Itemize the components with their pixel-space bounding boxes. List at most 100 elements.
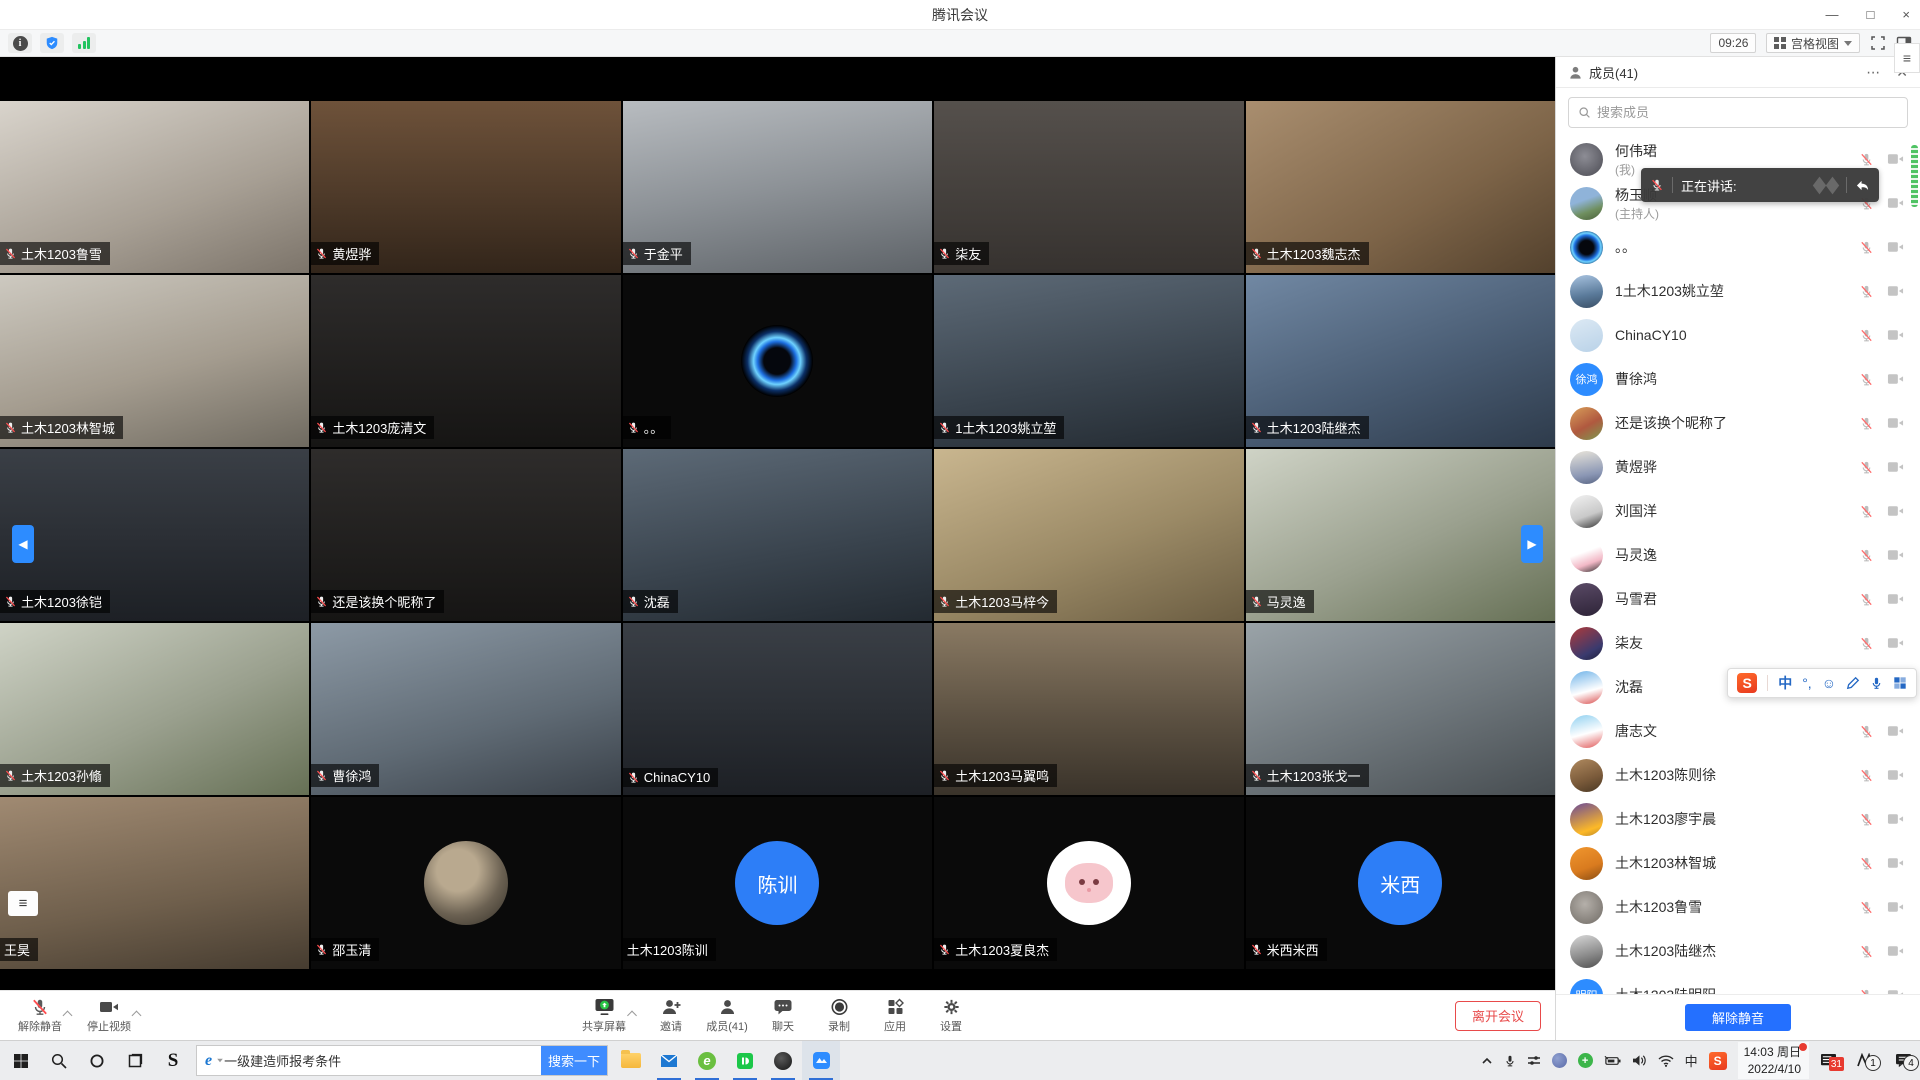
- tray-power-icon[interactable]: [1604, 1055, 1621, 1067]
- next-page-button[interactable]: ▶: [1521, 525, 1543, 563]
- start-button[interactable]: [2, 1041, 40, 1080]
- mic-muted-icon[interactable]: [1859, 504, 1874, 519]
- tray-sogou-icon[interactable]: S: [1709, 1052, 1727, 1070]
- share-screen-control[interactable]: 共享屏幕: [578, 998, 630, 1034]
- hidden-icons-chevron[interactable]: [1481, 1055, 1493, 1067]
- reply-arrow-icon[interactable]: [1855, 179, 1870, 192]
- ime-emoji-button[interactable]: ☺: [1822, 675, 1836, 691]
- security-button[interactable]: [40, 33, 64, 53]
- member-row[interactable]: 徐鸿 曹徐鸿: [1556, 357, 1920, 401]
- tray-mixer-icon[interactable]: [1527, 1054, 1541, 1067]
- camera-off-icon[interactable]: [1887, 768, 1904, 782]
- task-view-button[interactable]: [116, 1041, 154, 1080]
- member-row[interactable]: 唐志文: [1556, 709, 1920, 753]
- comment-tray-app[interactable]: 4: [1895, 1053, 1912, 1068]
- camera-off-icon[interactable]: [1887, 548, 1904, 562]
- view-mode-dropdown[interactable]: 宫格视图: [1766, 33, 1860, 53]
- camera-off-icon[interactable]: [1887, 900, 1904, 914]
- tray-ime-indicator[interactable]: 中: [1685, 1051, 1698, 1070]
- video-tile[interactable]: 土木1203陆继杰: [1246, 275, 1555, 447]
- prev-page-button[interactable]: ◀: [12, 525, 34, 563]
- tencent-meeting-taskbar-button[interactable]: [802, 1041, 840, 1080]
- taskbar-search-box[interactable]: e 一级建造师报考条件 搜索一下: [196, 1045, 608, 1076]
- unmute-control[interactable]: 解除静音: [14, 998, 66, 1034]
- video-tile[interactable]: 柒友: [934, 101, 1243, 273]
- video-tile[interactable]: 1土木1203姚立堃: [934, 275, 1243, 447]
- camera-off-icon[interactable]: [1887, 724, 1904, 738]
- video-tile[interactable]: 黄煜骅: [311, 101, 620, 273]
- member-row[interactable]: 土木1203陆继杰: [1556, 929, 1920, 973]
- mic-muted-icon[interactable]: [1859, 768, 1874, 783]
- unmute-all-button[interactable]: 解除静音: [1685, 1004, 1791, 1031]
- video-tile[interactable]: 于金平: [623, 101, 932, 273]
- cortana-button[interactable]: [78, 1041, 116, 1080]
- member-row[interactable]: 马雪君: [1556, 577, 1920, 621]
- member-row[interactable]: 还是该换个昵称了: [1556, 401, 1920, 445]
- close-button[interactable]: ×: [1902, 0, 1910, 30]
- ime-pen-icon[interactable]: [1846, 676, 1860, 690]
- member-row[interactable]: 土木1203鲁雪: [1556, 885, 1920, 929]
- member-row[interactable]: ChinaCY10: [1556, 313, 1920, 357]
- camera-off-icon[interactable]: [1887, 328, 1904, 342]
- tray-mic-icon[interactable]: [1504, 1054, 1516, 1068]
- member-row[interactable]: 明阳 土木1203陆明阳: [1556, 973, 1920, 994]
- video-tile[interactable]: 米西 米西米西: [1246, 797, 1555, 969]
- notification-center-button[interactable]: 31: [1820, 1053, 1837, 1068]
- member-search-box[interactable]: [1568, 97, 1908, 128]
- file-explorer-button[interactable]: [612, 1041, 650, 1080]
- tray-globe-icon[interactable]: [1552, 1053, 1567, 1068]
- tray-volume-icon[interactable]: [1632, 1054, 1647, 1067]
- mic-muted-icon[interactable]: [1859, 592, 1874, 607]
- video-tile[interactable]: 陈训 土木1203陈训: [623, 797, 932, 969]
- sogou-taskbar-app[interactable]: S: [154, 1041, 192, 1080]
- ime-voice-icon[interactable]: [1870, 676, 1883, 690]
- ime-language-toggle[interactable]: 中: [1778, 673, 1792, 693]
- camera-off-icon[interactable]: [1887, 416, 1904, 430]
- leave-meeting-button[interactable]: 离开会议: [1455, 1001, 1541, 1031]
- member-search-input[interactable]: [1597, 105, 1898, 120]
- member-row[interactable]: 1土木1203姚立堃: [1556, 269, 1920, 313]
- fullscreen-button[interactable]: [1870, 35, 1886, 51]
- search-query-text[interactable]: 一级建造师报考条件: [224, 1051, 541, 1070]
- panel-menu-button[interactable]: ≡: [1894, 43, 1920, 73]
- scrollbar-thumb[interactable]: [1911, 145, 1918, 207]
- mic-muted-icon[interactable]: [1859, 856, 1874, 871]
- mic-muted-icon[interactable]: [1859, 372, 1874, 387]
- video-tile[interactable]: 土木1203马梓今: [934, 449, 1243, 621]
- meeting-tray-app[interactable]: 1: [1856, 1053, 1874, 1068]
- taskbar-search-button[interactable]: [40, 1041, 78, 1080]
- video-tile[interactable]: 。。: [623, 275, 932, 447]
- media-app-button[interactable]: [764, 1041, 802, 1080]
- camera-off-icon[interactable]: [1887, 636, 1904, 650]
- members-control[interactable]: 成员(41): [701, 998, 753, 1034]
- mic-muted-icon[interactable]: [1859, 152, 1874, 167]
- video-tile[interactable]: ChinaCY10: [623, 623, 932, 795]
- member-row[interactable]: 。。: [1556, 225, 1920, 269]
- invite-control[interactable]: 邀请: [645, 998, 697, 1034]
- mic-muted-icon[interactable]: [1859, 548, 1874, 563]
- apps-control[interactable]: 应用: [869, 998, 921, 1034]
- camera-off-icon[interactable]: [1887, 856, 1904, 870]
- mic-muted-icon[interactable]: [1859, 944, 1874, 959]
- mic-muted-icon[interactable]: [1859, 328, 1874, 343]
- video-tile[interactable]: 土木1203魏志杰: [1246, 101, 1555, 273]
- record-control[interactable]: 录制: [813, 998, 865, 1034]
- member-row[interactable]: 黄煜骅: [1556, 445, 1920, 489]
- stop-video-control[interactable]: 停止视频: [83, 998, 135, 1034]
- member-row[interactable]: 马灵逸: [1556, 533, 1920, 577]
- sogou-logo-icon[interactable]: S: [1737, 673, 1757, 693]
- video-tile[interactable]: 马灵逸: [1246, 449, 1555, 621]
- mic-muted-icon[interactable]: [1859, 812, 1874, 827]
- search-submit-button[interactable]: 搜索一下: [541, 1045, 607, 1076]
- camera-off-icon[interactable]: [1887, 372, 1904, 386]
- mic-muted-icon[interactable]: [1859, 900, 1874, 915]
- camera-off-icon[interactable]: [1887, 284, 1904, 298]
- tray-wifi-icon[interactable]: [1658, 1055, 1674, 1067]
- mic-muted-icon[interactable]: [1859, 416, 1874, 431]
- video-tile[interactable]: 土木1203马翼鸣: [934, 623, 1243, 795]
- video-tile[interactable]: 土木1203鲁雪: [0, 101, 309, 273]
- mic-muted-icon[interactable]: [1859, 460, 1874, 475]
- camera-off-icon[interactable]: [1887, 152, 1904, 166]
- camera-off-icon[interactable]: [1887, 504, 1904, 518]
- camera-off-icon[interactable]: [1887, 812, 1904, 826]
